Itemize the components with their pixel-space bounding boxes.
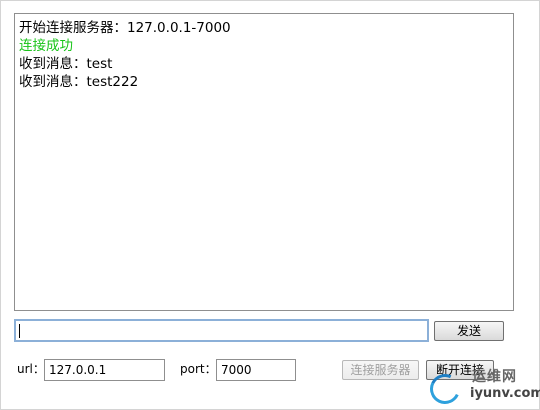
url-label: url：	[17, 362, 45, 376]
log-line: 收到消息：test222	[19, 74, 139, 90]
log-line-success: 连接成功	[19, 38, 73, 54]
logo-swirl-icon	[425, 369, 465, 409]
message-input[interactable]	[14, 319, 429, 342]
message-log[interactable]: 开始连接服务器：127.0.0.1-7000 连接成功 收到消息：test 收到…	[14, 13, 514, 311]
watermark-domain: iyunv.com	[470, 386, 540, 401]
text-caret	[19, 324, 20, 338]
log-line: 收到消息：test	[19, 56, 113, 72]
url-field[interactable]	[44, 359, 165, 381]
port-label: port：	[180, 362, 217, 376]
send-button[interactable]: 发送	[434, 321, 504, 341]
watermark-logo: 运维网 iyunv.com	[425, 362, 540, 409]
port-field[interactable]	[216, 359, 296, 381]
watermark-title: 运维网	[472, 369, 517, 385]
log-line: 开始连接服务器：127.0.0.1-7000	[19, 20, 231, 36]
connect-server-button[interactable]: 连接服务器	[342, 360, 419, 380]
app-frame: 开始连接服务器：127.0.0.1-7000 连接成功 收到消息：test 收到…	[0, 0, 540, 410]
